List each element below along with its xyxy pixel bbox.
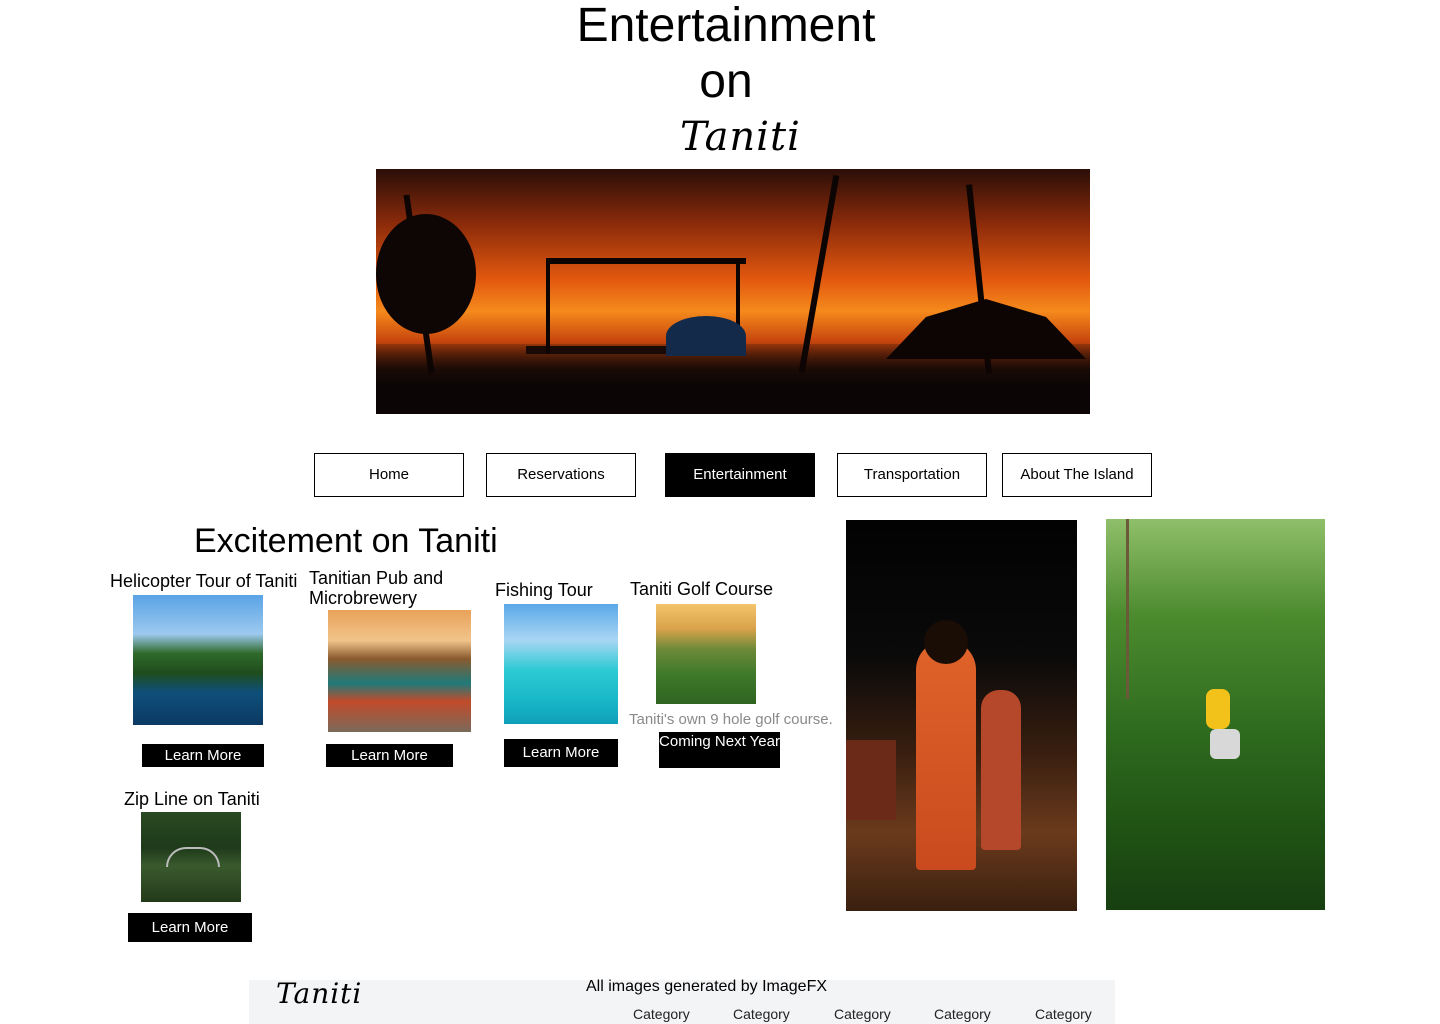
fishing-tour-image [504, 604, 618, 724]
footer-category-link[interactable]: Category [1035, 1006, 1092, 1022]
card-title-fishing: Fishing Tour [495, 580, 593, 600]
hero-image [376, 169, 1090, 414]
helicopter-tour-image [133, 595, 263, 725]
footer-category-link[interactable]: Category [633, 1006, 690, 1022]
golf-caption: Taniti's own 9 hole golf course. [629, 711, 833, 728]
card-title-golf: Taniti Golf Course [630, 579, 774, 599]
pub-learn-more-button[interactable]: Learn More [326, 744, 453, 767]
zipline-learn-more-button[interactable]: Learn More [128, 913, 252, 942]
page-title-line-1: Entertainment [576, 0, 876, 52]
nav-reservations[interactable]: Reservations [486, 453, 636, 497]
nav-entertainment[interactable]: Entertainment [665, 453, 815, 497]
page-title-line-2: on [699, 55, 753, 108]
card-title-helicopter: Helicopter Tour of Taniti [110, 571, 298, 591]
footer-category-link[interactable]: Category [733, 1006, 790, 1022]
footer-category-link[interactable]: Category [834, 1006, 891, 1022]
live-band-image [846, 520, 1077, 911]
footer-logo: Taniti [276, 977, 363, 1010]
zipline-image [141, 812, 241, 902]
pub-image [328, 610, 471, 732]
card-title-pub: Tanitian Pub and Microbrewery [309, 568, 444, 608]
fishing-learn-more-button[interactable]: Learn More [504, 739, 618, 767]
golf-course-image [656, 604, 756, 704]
nav-about-island[interactable]: About The Island [1002, 453, 1152, 497]
helicopter-learn-more-button[interactable]: Learn More [142, 744, 264, 767]
zipline-jungle-image [1106, 519, 1325, 910]
card-title-zipline: Zip Line on Taniti [124, 789, 260, 809]
section-title: Excitement on Taniti [194, 522, 498, 560]
header-logo: Taniti [680, 114, 801, 160]
golf-coming-next-year-button[interactable]: Coming Next Year [659, 732, 780, 768]
nav-home[interactable]: Home [314, 453, 464, 497]
footer-category-link[interactable]: Category [934, 1006, 991, 1022]
nav-transportation[interactable]: Transportation [837, 453, 987, 497]
image-credit-text: All images generated by ImageFX [586, 978, 828, 995]
